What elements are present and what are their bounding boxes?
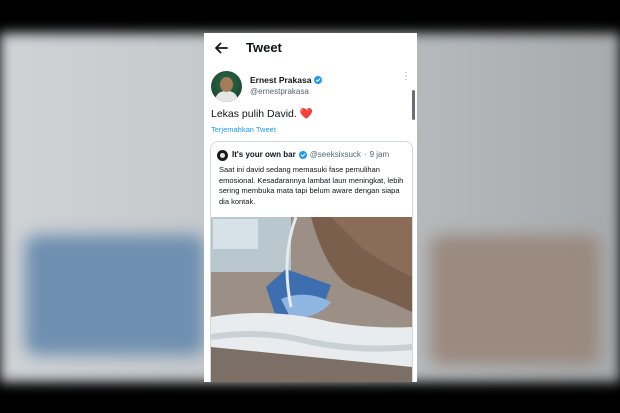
tweet-body: Lekas pulih David. [211, 108, 297, 120]
translate-tweet-link[interactable]: Terjemahkan Tweet [211, 125, 276, 134]
quoted-handle[interactable]: @seeksixsuck [310, 150, 361, 159]
quoted-photo[interactable] [211, 217, 412, 382]
quoted-header: It's your own bar @seeksixsuck · 9 jam [232, 150, 389, 159]
heart-emoji: ❤️ [299, 108, 313, 120]
quoted-time: 9 jam [369, 150, 390, 159]
top-bar: Tweet [204, 33, 417, 65]
verified-badge-icon [314, 76, 323, 84]
author-avatar[interactable] [211, 71, 242, 102]
quoted-tweet[interactable]: It's your own bar @seeksixsuck · 9 jam S… [210, 141, 413, 382]
background-blob [430, 235, 600, 365]
verified-badge-icon [298, 150, 307, 159]
tweet-screen: Tweet Ernest Prakasa @ernestprakasa ⋮ Le… [204, 33, 417, 382]
scrollbar[interactable] [412, 90, 415, 120]
quoted-name[interactable]: It's your own bar [232, 150, 296, 159]
quoted-avatar[interactable] [217, 150, 228, 161]
author-name[interactable]: Ernest Prakasa [250, 75, 311, 85]
page-title: Tweet [246, 40, 282, 55]
author-name-row[interactable]: Ernest Prakasa [250, 75, 323, 85]
back-arrow-icon[interactable] [213, 40, 229, 56]
quoted-text: Saat ini david sedang memasuki fase pemu… [219, 165, 404, 206]
tweet-text: Lekas pulih David. ❤️ [211, 107, 313, 120]
author-handle[interactable]: @ernestprakasa [250, 87, 309, 96]
background-blob [25, 235, 205, 355]
more-options-icon[interactable]: ⋮ [401, 72, 411, 82]
quoted-separator: · [363, 150, 367, 159]
